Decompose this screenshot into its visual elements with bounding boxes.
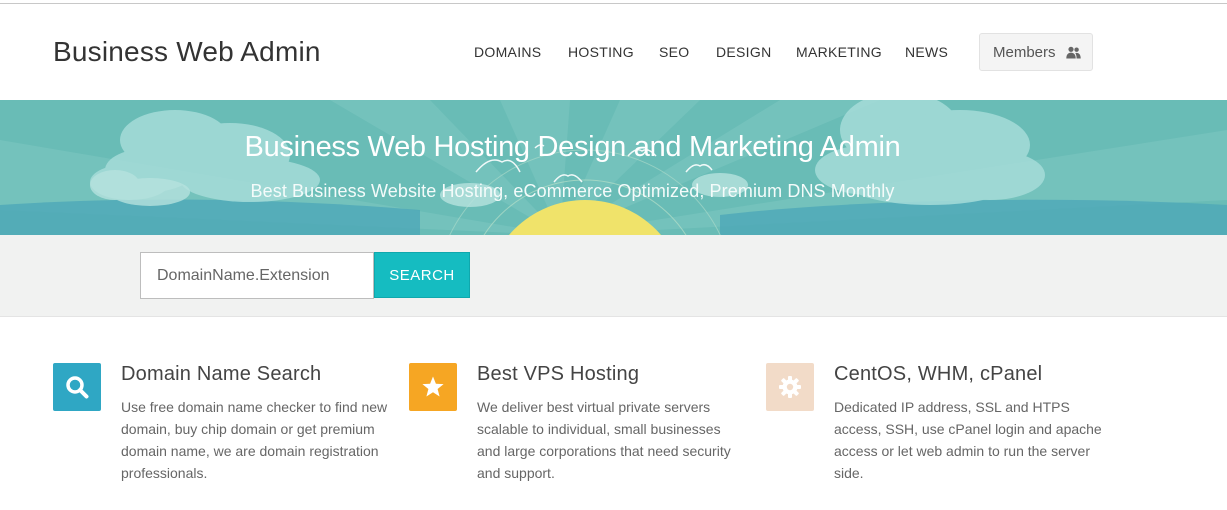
members-button[interactable]: Members — [979, 33, 1093, 71]
hero-subtitle: Best Business Website Hosting, eCommerce… — [250, 181, 895, 201]
members-label: Members — [993, 43, 1056, 61]
hero-title: Business Web Hosting Design and Marketin… — [244, 131, 901, 163]
nav-seo[interactable]: SEO — [659, 44, 689, 60]
domain-search-bar: SEARCH — [0, 235, 1227, 317]
hero-banner: Business Web Hosting Design and Marketin… — [0, 100, 1227, 235]
feature-text: Dedicated IP address, SSL and HTPS acces… — [834, 399, 1102, 481]
users-icon — [1065, 46, 1081, 59]
nav-domains[interactable]: DOMAINS — [474, 44, 541, 60]
feature-title: Best VPS Hosting — [477, 363, 640, 385]
site-header: Business Web Admin DOMAINS HOSTING SEO D… — [0, 4, 1227, 100]
search-button[interactable]: SEARCH — [374, 252, 470, 298]
feature-title: Domain Name Search — [121, 363, 322, 385]
star-icon — [409, 363, 457, 411]
nav-marketing[interactable]: MARKETING — [796, 44, 882, 60]
feature-title: CentOS, WHM, cPanel — [834, 363, 1043, 385]
feature-text: We deliver best virtual private servers … — [477, 399, 731, 481]
nav-design[interactable]: DESIGN — [716, 44, 771, 60]
gear-icon — [766, 363, 814, 411]
domain-search-input[interactable] — [140, 252, 374, 299]
site-logo[interactable]: Business Web Admin — [53, 36, 321, 68]
feature-text: Use free domain name checker to find new… — [121, 399, 388, 481]
search-icon — [53, 363, 101, 411]
nav-hosting[interactable]: HOSTING — [568, 44, 634, 60]
nav-news[interactable]: NEWS — [905, 44, 948, 60]
hero-illustration — [0, 100, 1227, 235]
